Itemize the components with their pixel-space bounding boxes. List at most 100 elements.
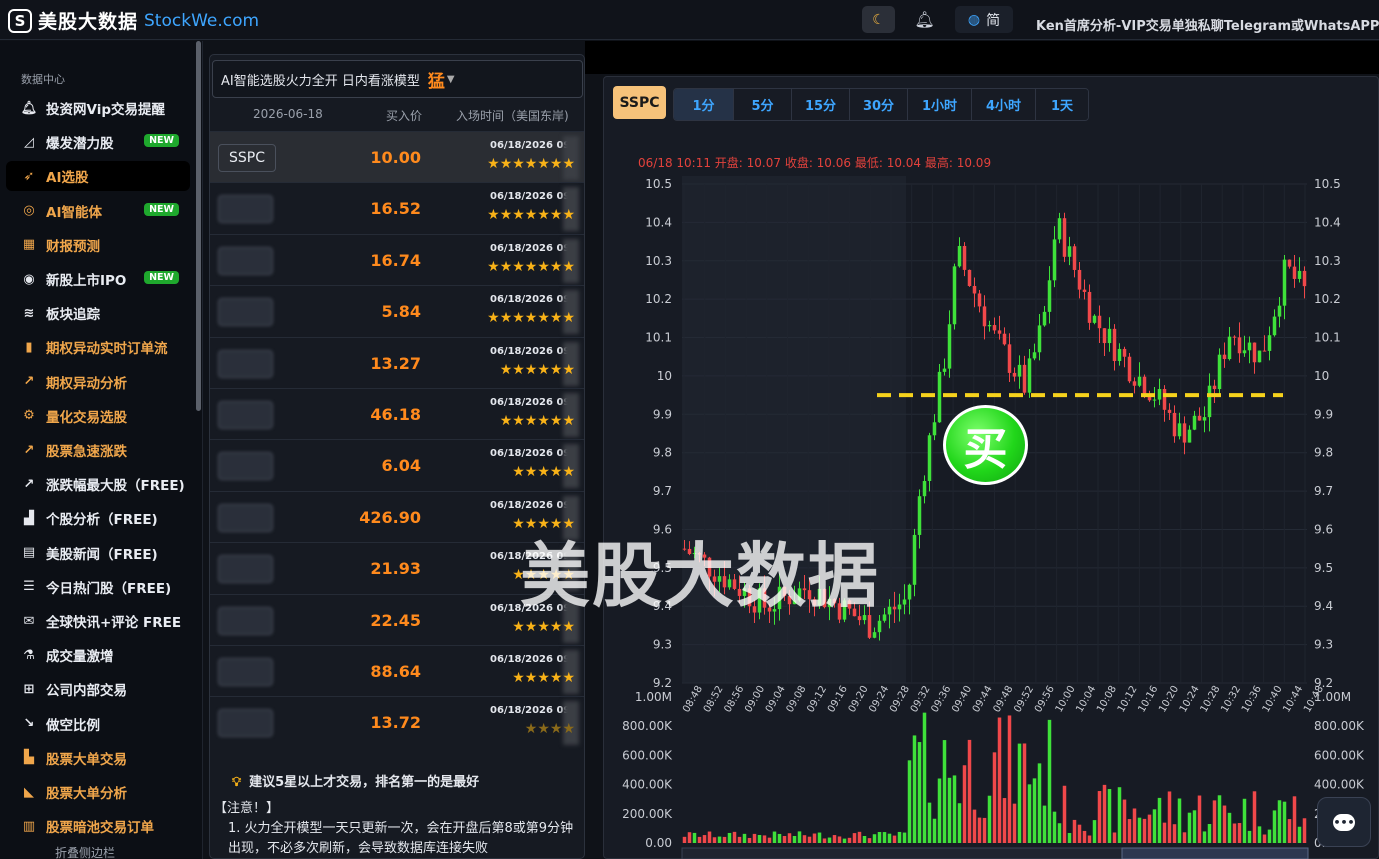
volume-bar bbox=[1107, 789, 1112, 843]
candle-body bbox=[1062, 218, 1067, 257]
volume-bar bbox=[1267, 829, 1272, 843]
chat-button[interactable]: ••• bbox=[1317, 797, 1371, 847]
volume-bar bbox=[1062, 785, 1067, 843]
volume-bar bbox=[1152, 809, 1157, 843]
candle-body bbox=[1207, 385, 1212, 418]
volume-bar bbox=[822, 838, 827, 843]
candle-body bbox=[1097, 315, 1102, 329]
candle-body bbox=[1117, 348, 1122, 362]
candle-body bbox=[902, 599, 907, 605]
candle-body bbox=[1237, 337, 1242, 354]
price-tick-right: 9.4 bbox=[1314, 599, 1333, 613]
volume-bar bbox=[1242, 798, 1247, 843]
candle-body bbox=[917, 496, 922, 535]
volume-bar bbox=[937, 778, 942, 843]
candle-body bbox=[992, 325, 997, 331]
volume-bar bbox=[947, 777, 952, 843]
volume-bar bbox=[1007, 715, 1012, 843]
candle-body bbox=[1172, 412, 1177, 437]
candle-body bbox=[1087, 291, 1092, 323]
volume-bar bbox=[727, 832, 732, 843]
price-tick-left: 10.3 bbox=[645, 254, 672, 268]
price-tick-right: 10.2 bbox=[1314, 292, 1341, 306]
candle-body bbox=[1202, 417, 1207, 421]
volume-bar bbox=[1207, 824, 1212, 843]
volume-bar bbox=[852, 833, 857, 843]
volume-bar bbox=[962, 765, 967, 843]
volume-bar bbox=[952, 775, 957, 843]
volume-tick-left: 600.00K bbox=[622, 748, 673, 762]
candle-body bbox=[1102, 328, 1107, 344]
volume-bar bbox=[907, 760, 912, 843]
candle-body bbox=[1092, 315, 1097, 323]
candle-body bbox=[1132, 381, 1137, 386]
price-tick-left: 9.9 bbox=[653, 407, 672, 421]
volume-bar bbox=[902, 832, 907, 843]
candle-body bbox=[1247, 342, 1252, 351]
candle-body bbox=[1282, 259, 1287, 306]
volume-bar bbox=[877, 832, 882, 843]
volume-bar bbox=[867, 838, 872, 843]
volume-tick-right: 1.00M bbox=[1314, 690, 1351, 704]
candle-body bbox=[977, 293, 982, 307]
candle-body bbox=[1122, 348, 1127, 357]
volume-bar bbox=[1262, 834, 1267, 843]
candle-body bbox=[1052, 239, 1057, 281]
candle-body bbox=[1187, 429, 1192, 443]
candlestick-chart[interactable]: 10.5 10.5 10.4 10.4 10.3 10.3 10.2 10.2 10.1 10.1… bbox=[0, 0, 1379, 859]
volume-bar bbox=[897, 831, 902, 843]
candle-body bbox=[1177, 423, 1182, 437]
volume-tick-right: 800.00K bbox=[1314, 719, 1365, 733]
candle-body bbox=[1057, 218, 1062, 240]
volume-bar bbox=[1287, 819, 1292, 843]
volume-bar bbox=[812, 833, 817, 843]
candle-body bbox=[1082, 289, 1087, 292]
candle-body bbox=[927, 435, 932, 482]
candle-body bbox=[1272, 316, 1277, 336]
candle-body bbox=[1297, 270, 1302, 279]
volume-bar bbox=[1162, 822, 1167, 843]
volume-bar bbox=[1297, 826, 1302, 843]
navigator-window bbox=[1121, 847, 1309, 859]
price-tick-left: 9.3 bbox=[653, 638, 672, 652]
volume-bar bbox=[1177, 798, 1182, 843]
price-tick-right: 9.5 bbox=[1314, 561, 1333, 575]
volume-bar bbox=[1197, 795, 1202, 843]
volume-bar bbox=[1132, 808, 1137, 843]
volume-bar bbox=[1057, 823, 1062, 843]
volume-bar bbox=[927, 802, 932, 843]
volume-bar bbox=[1202, 831, 1207, 843]
candle-body bbox=[937, 371, 942, 423]
candle-body bbox=[982, 306, 987, 327]
volume-bar bbox=[1302, 818, 1307, 843]
volume-bar bbox=[917, 742, 922, 843]
price-tick-left: 10.4 bbox=[645, 215, 672, 229]
volume-bar bbox=[982, 817, 987, 843]
volume-tick-left: 800.00K bbox=[622, 719, 673, 733]
candle-body bbox=[932, 422, 937, 436]
price-tick-left: 9.2 bbox=[653, 676, 672, 690]
volume-bar bbox=[757, 835, 762, 843]
candle-body bbox=[1227, 336, 1232, 360]
volume-bar bbox=[797, 831, 802, 843]
volume-bar bbox=[1272, 810, 1277, 843]
volume-bar bbox=[772, 831, 777, 843]
volume-bar bbox=[1142, 818, 1147, 843]
volume-bar bbox=[722, 836, 727, 843]
volume-bar bbox=[1002, 798, 1007, 843]
volume-bar bbox=[987, 795, 992, 843]
volume-bar bbox=[1187, 812, 1192, 843]
volume-tick-left: 400.00K bbox=[622, 778, 673, 792]
volume-bar bbox=[972, 809, 977, 843]
price-tick-left: 10.1 bbox=[645, 331, 672, 345]
volume-bar bbox=[1102, 784, 1107, 843]
candle-body bbox=[1127, 356, 1132, 382]
candle-body bbox=[1212, 385, 1217, 390]
volume-bar bbox=[777, 833, 782, 843]
volume-bar bbox=[837, 836, 842, 843]
volume-bar bbox=[1147, 814, 1152, 843]
candle-body bbox=[947, 324, 952, 369]
volume-tick-right: 400.00K bbox=[1314, 778, 1365, 792]
candle-body bbox=[967, 269, 972, 286]
volume-bar bbox=[762, 835, 767, 843]
